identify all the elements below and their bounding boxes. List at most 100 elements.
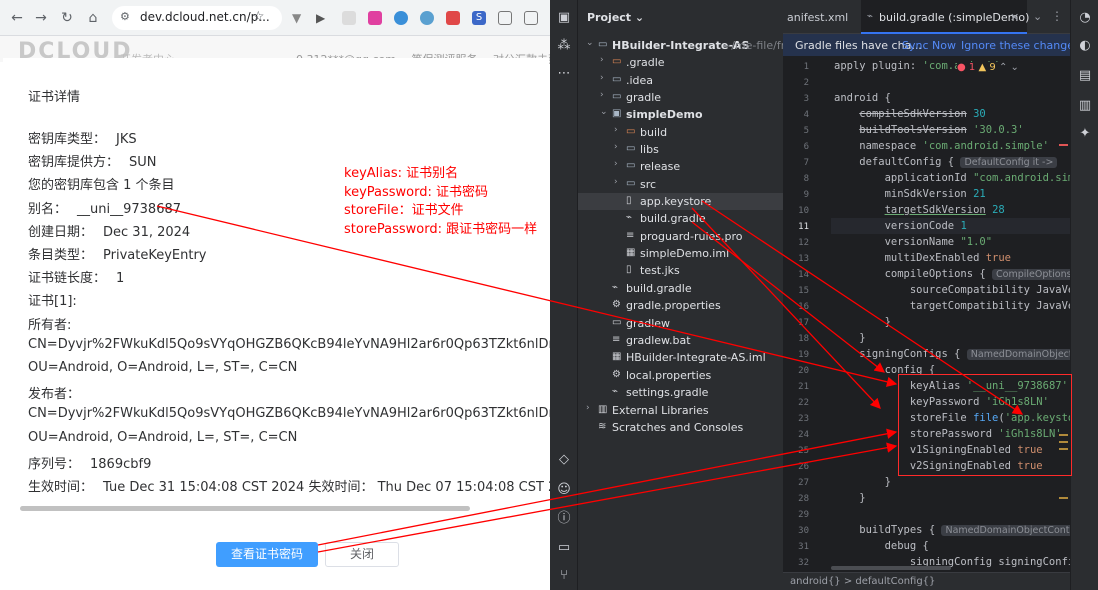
tree-item[interactable]: › ▭ libs (578, 141, 783, 158)
extension-s-icon[interactable]: S (472, 11, 486, 25)
line-number[interactable]: 32 (787, 558, 809, 568)
tree-item[interactable]: › ▥ External Libraries (578, 402, 783, 419)
line-number[interactable]: 19 (787, 350, 809, 360)
tab-search-icon[interactable] (498, 11, 512, 25)
chevron-down-icon[interactable]: ⌄ (1011, 62, 1019, 73)
tree-item[interactable]: ⌄ ▣ simpleDemo (578, 106, 783, 123)
extension-filter-icon[interactable]: ▼ (292, 11, 306, 25)
notifications-bell-icon[interactable]: ◔ (1077, 10, 1093, 26)
line-number[interactable]: 15 (787, 286, 809, 296)
line-number[interactable]: 20 (787, 366, 809, 376)
chevron-right-icon[interactable]: › (614, 159, 624, 169)
line-number[interactable]: 12 (787, 238, 809, 248)
line-number[interactable]: 25 (787, 446, 809, 456)
tree-item[interactable]: ▯ test.jks (578, 262, 783, 279)
terminal-icon[interactable]: ▭ (556, 540, 572, 556)
forward-icon[interactable]: → (32, 9, 50, 27)
horizontal-scrollbar[interactable] (20, 506, 470, 511)
tree-item[interactable]: › ▭ .gradle (578, 54, 783, 71)
tree-item[interactable]: ▦ HBuilder-Integrate-AS.iml (578, 349, 783, 366)
tree-item[interactable]: ▭ gradlew (578, 315, 783, 332)
gradle-icon[interactable]: ◐ (1077, 38, 1093, 54)
ai-assistant-icon[interactable]: ✦ (1077, 126, 1093, 142)
editor-scrollbar[interactable] (1057, 56, 1069, 568)
chevron-down-icon[interactable]: ⌄ (600, 107, 610, 117)
line-number[interactable]: 8 (787, 174, 809, 184)
tree-item[interactable]: ⌁ settings.gradle (578, 384, 783, 401)
line-number[interactable]: 2 (787, 78, 809, 88)
line-number[interactable]: 24 (787, 430, 809, 440)
line-number[interactable]: 22 (787, 398, 809, 408)
chevron-right-icon[interactable]: › (614, 142, 624, 152)
device-manager-icon[interactable]: ▤ (1077, 68, 1093, 84)
chevron-right-icon[interactable]: › (600, 55, 610, 65)
line-number[interactable]: 18 (787, 334, 809, 344)
chevron-down-icon[interactable]: ⌄ (586, 38, 596, 48)
tree-item[interactable]: › ▭ gradle (578, 89, 783, 106)
line-number[interactable]: 6 (787, 142, 809, 152)
bookmark-star-icon[interactable]: ☆ (252, 9, 265, 25)
home-icon[interactable]: ⌂ (84, 9, 102, 27)
inspection-badge[interactable]: ● 1 ▲ 9 ⌃ ⌄ (957, 62, 1019, 73)
line-number[interactable]: 5 (787, 126, 809, 136)
line-number[interactable]: 16 (787, 302, 809, 312)
chevron-right-icon[interactable]: › (614, 177, 624, 187)
reload-icon[interactable]: ↻ (58, 9, 76, 27)
tab-manifest[interactable]: anifest.xml (787, 11, 848, 24)
line-number[interactable]: 23 (787, 414, 809, 424)
ignore-changes-link[interactable]: Ignore these changes (961, 39, 1080, 52)
line-number[interactable]: 30 (787, 526, 809, 536)
chevron-right-icon[interactable]: › (600, 73, 610, 83)
tree-item[interactable]: › ▭ release (578, 158, 783, 175)
site-info-icon[interactable]: ⚙ (120, 10, 134, 24)
tree-item[interactable]: ⌁ build.gradle (578, 210, 783, 227)
tab-menu-chevron-icon[interactable]: ⌄ (1033, 10, 1042, 23)
tree-item[interactable]: ▦ simpleDemo.iml (578, 245, 783, 262)
line-number[interactable]: 14 (787, 270, 809, 280)
line-number[interactable]: 3 (787, 94, 809, 104)
back-icon[interactable]: ← (8, 9, 26, 27)
extension-cloud-icon[interactable] (420, 11, 434, 25)
git-icon[interactable]: ⑂ (556, 568, 572, 584)
line-number[interactable]: 29 (787, 510, 809, 520)
problems-icon[interactable]: ⓘ (556, 511, 572, 527)
chevron-right-icon[interactable]: › (600, 90, 610, 100)
chevron-right-icon[interactable]: › (614, 125, 624, 135)
gem-icon[interactable]: ◇ (556, 452, 572, 468)
structure-icon[interactable]: ⁂ (556, 38, 572, 54)
device-mirror-icon[interactable]: ▥ (1077, 98, 1093, 114)
line-number[interactable]: 9 (787, 190, 809, 200)
code-area[interactable]: apply plugin: 'com.android.aandroid { co… (831, 56, 1071, 568)
tree-item[interactable]: › ▭ .idea (578, 72, 783, 89)
view-certificate-password-button[interactable]: 查看证书密码 (216, 542, 318, 567)
chevron-up-icon[interactable]: ⌃ (999, 62, 1007, 73)
line-number[interactable]: 31 (787, 542, 809, 552)
line-number[interactable]: 13 (787, 254, 809, 264)
tab-close-icon[interactable]: ✕ (1010, 11, 1019, 24)
tree-item[interactable]: ▯ app.keystore (578, 193, 783, 210)
extension-graph-icon[interactable] (394, 11, 408, 25)
close-button[interactable]: 关闭 (325, 542, 399, 567)
tree-item[interactable]: ⌄ ▭ HBuilder-Integrate-AS ~/me-file/fro (578, 37, 792, 54)
tree-item[interactable]: ⚙ local.properties (578, 367, 783, 384)
extension-icon[interactable] (342, 11, 356, 25)
editor-horizontal-scrollbar[interactable] (831, 566, 951, 570)
tree-item[interactable]: ≡ gradlew.bat (578, 332, 783, 349)
line-number[interactable]: 1 (787, 62, 809, 72)
sync-now-link[interactable]: Sync Now (902, 39, 956, 52)
breadcrumb-path[interactable]: android{} > defaultConfig{} (790, 576, 935, 587)
tree-item[interactable]: ≡ proguard-rules.pro (578, 228, 783, 245)
line-number[interactable]: 26 (787, 462, 809, 472)
tab-more-icon[interactable]: ⋮ (1051, 9, 1063, 23)
line-number[interactable]: 11 (787, 222, 809, 232)
tree-item[interactable]: › ▭ build (578, 124, 783, 141)
tab-build-gradle[interactable]: ⌁ build.gradle (:simpleDemo) ✕ (861, 0, 1029, 34)
extension-play-icon[interactable]: ▶ (316, 11, 330, 25)
line-number[interactable]: 21 (787, 382, 809, 392)
chevron-right-icon[interactable]: › (586, 403, 596, 413)
line-number[interactable]: 7 (787, 158, 809, 168)
line-number[interactable]: 28 (787, 494, 809, 504)
line-number[interactable]: 27 (787, 478, 809, 488)
line-number[interactable]: 4 (787, 110, 809, 120)
extension-download-icon[interactable] (368, 11, 382, 25)
